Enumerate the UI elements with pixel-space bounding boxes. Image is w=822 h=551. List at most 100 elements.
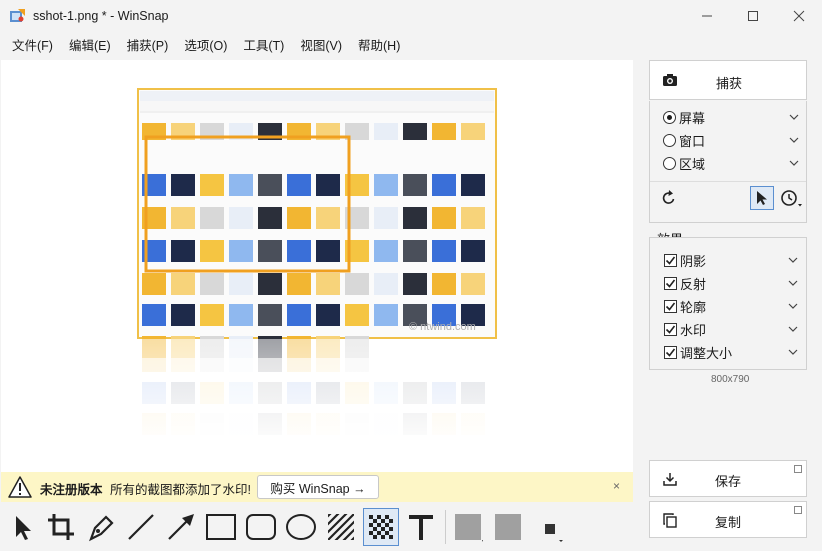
thumbnail [229, 207, 253, 229]
reflection-checkbox[interactable] [664, 276, 677, 290]
save-button[interactable]: 保存 [649, 460, 807, 497]
thumbnail [461, 174, 485, 196]
menu-edit[interactable]: 编辑(E) [61, 32, 119, 60]
mode-window[interactable]: 窗口 [663, 130, 801, 150]
menu-capture[interactable]: 捕获(P) [119, 32, 177, 60]
text-tool[interactable] [403, 508, 439, 546]
arrow-tool[interactable] [163, 508, 199, 546]
line-tool[interactable] [123, 508, 159, 546]
chevron-down-icon[interactable] [789, 135, 799, 145]
close-button[interactable] [776, 0, 822, 32]
fill-color-icon [455, 514, 483, 542]
chevron-down-icon[interactable] [788, 255, 798, 265]
chevron-down-icon[interactable] [788, 347, 798, 357]
watermark-checkbox[interactable] [664, 322, 677, 336]
pen-tool[interactable] [83, 508, 119, 546]
checker-cell [385, 531, 389, 535]
checker-cell [385, 523, 389, 527]
pixelate-tool[interactable] [363, 508, 399, 546]
thumbnail [142, 304, 166, 326]
thumbnail [432, 240, 456, 262]
thumbnail [374, 273, 398, 295]
capture-button[interactable]: 捕获 [649, 60, 807, 100]
chevron-down-icon[interactable] [788, 324, 798, 334]
checkmark-icon [665, 256, 676, 265]
thumbnail [432, 123, 456, 140]
checker-cell [389, 519, 393, 523]
effect-resize[interactable]: 调整大小 [664, 342, 800, 362]
line-width-icon [545, 524, 563, 542]
crop-icon [48, 514, 74, 540]
rectangle-tool[interactable] [203, 508, 239, 546]
select-tool[interactable] [5, 508, 41, 546]
maximize-button[interactable] [730, 0, 776, 32]
warning-icon [8, 476, 32, 498]
outline-checkbox[interactable] [664, 299, 677, 313]
chevron-down-icon[interactable] [789, 112, 799, 122]
effect-outline-label: 轮廓 [680, 299, 707, 315]
cursor-arrow-icon [16, 516, 31, 540]
copy-button[interactable]: 复制 [649, 501, 807, 538]
radio-screen[interactable] [663, 110, 676, 124]
thumbnail [171, 240, 195, 262]
crop-tool[interactable] [43, 508, 79, 546]
save-options-checkbox[interactable] [794, 465, 802, 473]
line-width-picker[interactable] [530, 508, 566, 546]
mode-region-label: 区域 [679, 156, 706, 172]
watermark-text: © ntwind.com [409, 321, 476, 333]
timer-icon[interactable] [781, 190, 803, 208]
refresh-icon[interactable] [661, 190, 677, 206]
menu-view[interactable]: 视图(V) [292, 32, 350, 60]
include-cursor-toggle[interactable] [750, 186, 774, 210]
minimize-button[interactable] [684, 0, 730, 32]
thumbnail [171, 304, 195, 326]
buy-winsnap-button[interactable]: 购买 WinSnap → [257, 475, 379, 499]
outline-color-picker[interactable] [490, 508, 526, 546]
checker-cell [381, 519, 385, 523]
image-canvas[interactable]: © ntwind.com [1, 60, 633, 472]
thumbnail [316, 273, 340, 295]
copy-label: 复制 [715, 515, 742, 530]
chevron-down-icon[interactable] [788, 301, 798, 311]
thumbnail [316, 174, 340, 196]
thumbnail [403, 207, 427, 229]
checker-cell [373, 535, 377, 539]
thumbnail [200, 207, 224, 229]
thumbnail [287, 207, 311, 229]
minimize-icon [702, 15, 712, 17]
mode-screen-label: 屏幕 [679, 110, 706, 126]
radio-window[interactable] [663, 133, 676, 147]
menu-help[interactable]: 帮助(H) [350, 32, 408, 60]
resize-checkbox[interactable] [664, 345, 677, 359]
ellipse-tool[interactable] [283, 508, 319, 546]
menu-tools[interactable]: 工具(T) [235, 32, 292, 60]
thumbnail [432, 273, 456, 295]
effect-reflection[interactable]: 反射 [664, 273, 800, 293]
copy-options-checkbox[interactable] [794, 506, 802, 514]
checker-cell [369, 531, 373, 535]
effect-watermark[interactable]: 水印 [664, 319, 800, 339]
checker-cell [389, 535, 393, 539]
mode-screen[interactable]: 屏幕 [663, 107, 801, 127]
thumbnail [461, 273, 485, 295]
chevron-down-icon[interactable] [788, 278, 798, 288]
chevron-down-icon[interactable] [789, 158, 799, 168]
effect-resize-label: 调整大小 [680, 345, 733, 361]
menu-file[interactable]: 文件(F) [4, 32, 61, 60]
effect-outline[interactable]: 轮廓 [664, 296, 800, 316]
outline-color-icon [495, 514, 521, 540]
hatch-tool[interactable] [323, 508, 359, 546]
mode-region[interactable]: 区域 [663, 153, 801, 173]
radio-region[interactable] [663, 156, 676, 170]
menu-options[interactable]: 选项(O) [176, 32, 235, 60]
shadow-checkbox[interactable] [664, 253, 677, 267]
rounded-rectangle-tool[interactable] [243, 508, 279, 546]
thumbnail [345, 273, 369, 295]
thumbnail [258, 240, 282, 262]
thumbnail [287, 240, 311, 262]
save-label: 保存 [715, 474, 742, 489]
thumbnail [200, 174, 224, 196]
fill-color-picker[interactable] [450, 508, 486, 546]
effect-shadow[interactable]: 阴影 [664, 250, 800, 270]
banner-close-button[interactable]: × [613, 479, 620, 493]
